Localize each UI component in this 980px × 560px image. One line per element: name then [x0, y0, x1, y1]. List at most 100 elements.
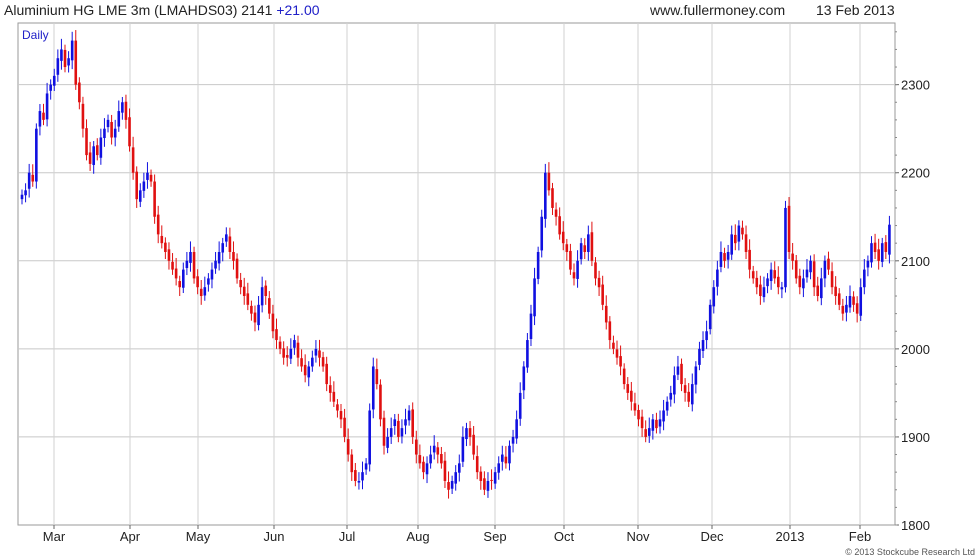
candle-body [164, 242, 167, 252]
candle-body [350, 454, 354, 473]
candle-body [547, 172, 551, 191]
y-tick-label: 2000 [901, 342, 930, 357]
candle-body [579, 243, 583, 260]
candle-body [88, 152, 92, 164]
candle-body [590, 232, 594, 261]
candle-body [615, 349, 619, 358]
candle-body [773, 270, 777, 279]
candle-body [608, 321, 612, 341]
candle-body [888, 224, 891, 255]
candle-body [676, 366, 680, 375]
copyright-text: © 2013 Stockcube Research Ltd [845, 547, 975, 557]
candle-body [181, 269, 185, 288]
candle-body [640, 416, 644, 429]
candle-body [235, 258, 239, 279]
x-axis: Mar Apr May Jun Jul Aug Sep Oct Nov Dec 2013 Feb [43, 525, 871, 544]
candle-body [526, 340, 529, 368]
interval-label: Daily [22, 28, 49, 42]
candle-body [784, 207, 787, 288]
candle-body [698, 348, 701, 365]
candle-body [85, 128, 88, 156]
candle-body [744, 234, 748, 252]
candle-body [748, 249, 751, 270]
candle-body [533, 278, 536, 317]
candle-body [830, 271, 834, 288]
candle-body [787, 205, 791, 252]
candle-body [597, 277, 601, 288]
candle-body [239, 279, 242, 288]
candle-body [414, 439, 418, 455]
candle-body [737, 225, 741, 242]
candle-body [174, 268, 178, 279]
candle-body [106, 119, 110, 128]
candle-body [314, 348, 318, 356]
candle-body [371, 366, 375, 410]
candle-body [769, 269, 773, 282]
candle-body [275, 329, 278, 341]
candle-body [762, 287, 766, 298]
x-tick-label: Jul [339, 529, 356, 544]
candle-body [705, 331, 708, 341]
candle-body [196, 276, 199, 288]
candle-body [647, 428, 651, 436]
candle-body [716, 269, 719, 287]
candle-body [834, 286, 837, 297]
x-tick-label: Mar [43, 529, 66, 544]
candle-body [95, 145, 99, 156]
candle-body [103, 128, 106, 139]
candle-body [70, 40, 74, 61]
candle-body [214, 260, 217, 269]
candle-body [755, 277, 759, 288]
candle-body [167, 249, 171, 261]
candle-body [454, 472, 458, 484]
candle-body [332, 391, 336, 402]
candle-body [271, 313, 275, 332]
candle-body [683, 385, 687, 393]
candle-body [228, 236, 232, 252]
candle-body [221, 243, 225, 253]
candle-body [558, 216, 561, 235]
candle-body [257, 304, 260, 326]
candle-body [880, 243, 884, 262]
candle-body [472, 434, 475, 455]
candle-body [35, 128, 38, 182]
candle-body [160, 235, 164, 244]
candle-body [863, 269, 866, 288]
candle-body [346, 439, 350, 455]
candle-body [203, 287, 207, 296]
candle-body [726, 251, 730, 260]
candle-body [42, 112, 45, 120]
candle-body [429, 454, 432, 464]
candle-body [551, 188, 554, 208]
candle-body [655, 419, 658, 429]
candle-body [232, 251, 235, 261]
candle-body [798, 275, 802, 288]
candle-body [794, 260, 798, 279]
candle-body [468, 428, 472, 437]
candle-body [587, 234, 590, 252]
candle-body [343, 417, 346, 437]
candle-body [518, 392, 522, 419]
candle-body [418, 455, 422, 464]
candle-body [49, 84, 52, 91]
candle-body [354, 470, 357, 481]
candle-body [561, 231, 565, 244]
candle-body [504, 456, 508, 464]
candle-body [318, 350, 321, 358]
candle-body [63, 49, 67, 68]
plot-area [17, 22, 896, 526]
candle-body [712, 287, 716, 307]
candle-body [364, 463, 368, 470]
candle-body [619, 356, 622, 367]
candle-body [153, 181, 156, 217]
candle-body [877, 249, 880, 261]
candle-body [78, 82, 81, 103]
candle-body [321, 357, 325, 367]
candle-body [307, 366, 311, 378]
candle-body [777, 276, 780, 288]
candle-body [404, 419, 407, 426]
x-tick-label: Feb [849, 529, 871, 544]
candle-body [475, 456, 479, 473]
candle-body [612, 342, 615, 349]
candle-body [673, 375, 676, 395]
